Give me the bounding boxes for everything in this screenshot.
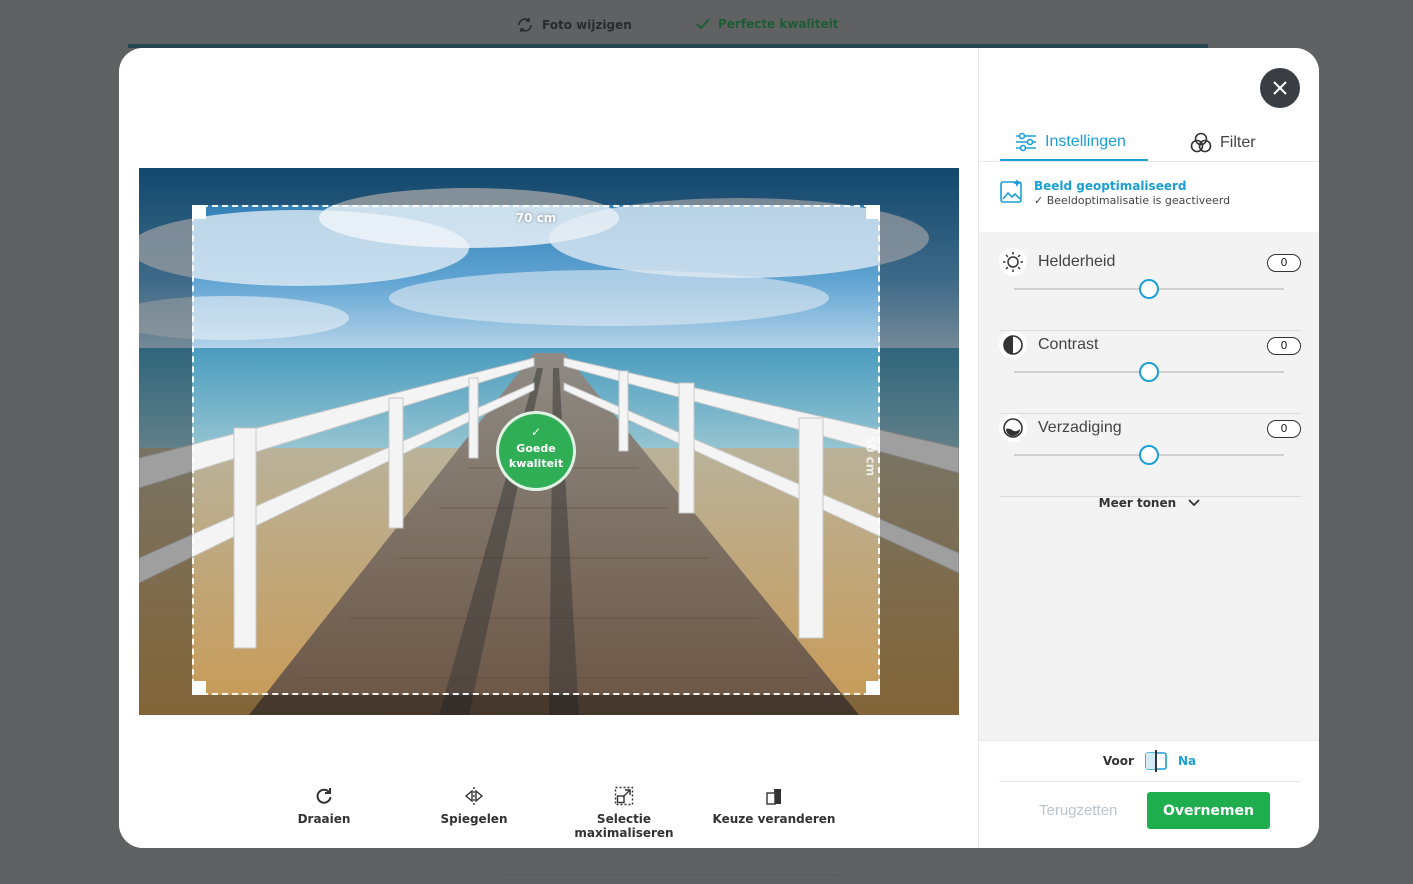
- check-icon: ✓: [530, 425, 542, 439]
- brightness-label: Helderheid: [1038, 253, 1116, 270]
- show-more-label: Meer tonen: [1098, 496, 1177, 510]
- saturation-track[interactable]: [1014, 445, 1284, 465]
- background-quality-label: Perfecte kwaliteit: [718, 17, 839, 31]
- background-change-photo-label: Foto wijzigen: [542, 18, 632, 32]
- panel-header: Instellingen Filter Beeld geoptimaliseer…: [979, 48, 1319, 232]
- compare-icon: [1145, 750, 1167, 772]
- crop-shade-top: [139, 168, 959, 205]
- contrast-label: Contrast: [1038, 336, 1099, 353]
- close-button[interactable]: [1260, 68, 1300, 108]
- saturation-slider-thumb[interactable]: [1139, 445, 1159, 465]
- tab-divider: [979, 161, 1319, 162]
- close-icon: [1273, 81, 1287, 95]
- contrast-value[interactable]: 0: [1267, 337, 1301, 355]
- panel-footer: Voor Na Terugzetten Overnemen: [979, 740, 1319, 848]
- brightness-value[interactable]: 0: [1267, 254, 1301, 272]
- quality-badge: ✓ Goede kwaliteit: [496, 411, 576, 491]
- contrast-icon: [999, 331, 1027, 359]
- change-choice-icon: [766, 789, 781, 805]
- filter-icon: [1190, 132, 1212, 153]
- footer-divider: [999, 781, 1301, 782]
- background-quality: Perfecte kwaliteit: [696, 17, 839, 31]
- contrast-control: Contrast 0: [999, 331, 1301, 414]
- background-footer: [500, 874, 840, 882]
- crop-handle-bottom-right[interactable]: [866, 681, 880, 695]
- background-toolbar: Foto wijzigen Perfecte kwaliteit: [0, 0, 1413, 48]
- photo-editor-modal: 70 cm 50 cm ✓ Goede kwaliteit Draaien Sp…: [119, 48, 1319, 848]
- brightness-icon: [999, 248, 1027, 276]
- check-icon: [696, 18, 710, 30]
- show-more-button[interactable]: Meer tonen: [979, 496, 1319, 510]
- brightness-slider-thumb[interactable]: [1139, 279, 1159, 299]
- apply-button[interactable]: Overnemen: [1147, 792, 1270, 829]
- background-change-photo: Foto wijzigen: [516, 17, 632, 33]
- brightness-control: Helderheid 0: [999, 248, 1301, 331]
- photo-canvas[interactable]: 70 cm 50 cm ✓ Goede kwaliteit: [139, 168, 959, 715]
- mirror-icon: [464, 787, 484, 805]
- maximize-selection-icon: [614, 786, 634, 806]
- change-choice-label: Keuze veranderen: [712, 812, 836, 826]
- reset-button[interactable]: Terugzetten: [1039, 802, 1117, 819]
- optimization-status: Beeld geoptimaliseerd ✓ Beeldoptimalisat…: [1000, 178, 1230, 208]
- after-label: Na: [1177, 754, 1197, 768]
- crop-shade-bottom: [139, 695, 959, 715]
- saturation-icon: [999, 414, 1027, 442]
- rotate-button[interactable]: Draaien: [249, 786, 399, 826]
- contrast-track[interactable]: [1014, 362, 1284, 382]
- change-choice-button[interactable]: Keuze veranderen: [699, 786, 849, 826]
- contrast-slider-thumb[interactable]: [1139, 362, 1159, 382]
- saturation-control: Verzadiging 0: [999, 414, 1301, 497]
- crop-width-label: 70 cm: [515, 211, 557, 225]
- editor-area: 70 cm 50 cm ✓ Goede kwaliteit Draaien Sp…: [119, 48, 978, 848]
- crop-height-label: 50 cm: [862, 435, 877, 477]
- maximize-selection-label: Selectie maximaliseren: [574, 812, 674, 840]
- tab-filter[interactable]: Filter: [1190, 124, 1256, 162]
- crop-handle-bottom-left[interactable]: [192, 681, 206, 695]
- brightness-track[interactable]: [1014, 279, 1284, 299]
- saturation-label: Verzadiging: [1038, 419, 1122, 436]
- maximize-selection-button[interactable]: Selectie maximaliseren: [549, 786, 699, 840]
- settings-panel: Instellingen Filter Beeld geoptimaliseer…: [978, 48, 1319, 848]
- chevron-down-icon: [1188, 499, 1200, 507]
- tab-instellingen-label: Instellingen: [1045, 132, 1126, 150]
- crop-handle-top-right[interactable]: [866, 205, 880, 219]
- optimization-title: Beeld geoptimaliseerd: [1034, 179, 1187, 193]
- mirror-label: Spiegelen: [440, 812, 508, 826]
- rotate-icon: [316, 788, 332, 804]
- before-label: Voor: [1102, 754, 1134, 768]
- mirror-button[interactable]: Spiegelen: [399, 786, 549, 826]
- tab-instellingen[interactable]: Instellingen: [1000, 124, 1148, 162]
- refresh-icon: [518, 18, 532, 32]
- image-optimized-icon: [1000, 179, 1022, 203]
- editor-toolbar: Draaien Spiegelen Selectie maximaliseren: [119, 786, 978, 840]
- before-after-toggle[interactable]: Voor Na: [979, 741, 1319, 781]
- sliders-icon: [1016, 132, 1036, 151]
- rotate-label: Draaien: [297, 812, 351, 826]
- crop-handle-top-left[interactable]: [192, 205, 206, 219]
- optimization-subtitle: ✓ Beeldoptimalisatie is geactiveerd: [1034, 194, 1231, 207]
- tab-filter-label: Filter: [1220, 134, 1256, 151]
- crop-shade-left: [139, 205, 192, 695]
- saturation-value[interactable]: 0: [1267, 420, 1301, 438]
- quality-badge-label: Goede kwaliteit: [508, 442, 564, 470]
- crop-shade-right: [880, 205, 959, 695]
